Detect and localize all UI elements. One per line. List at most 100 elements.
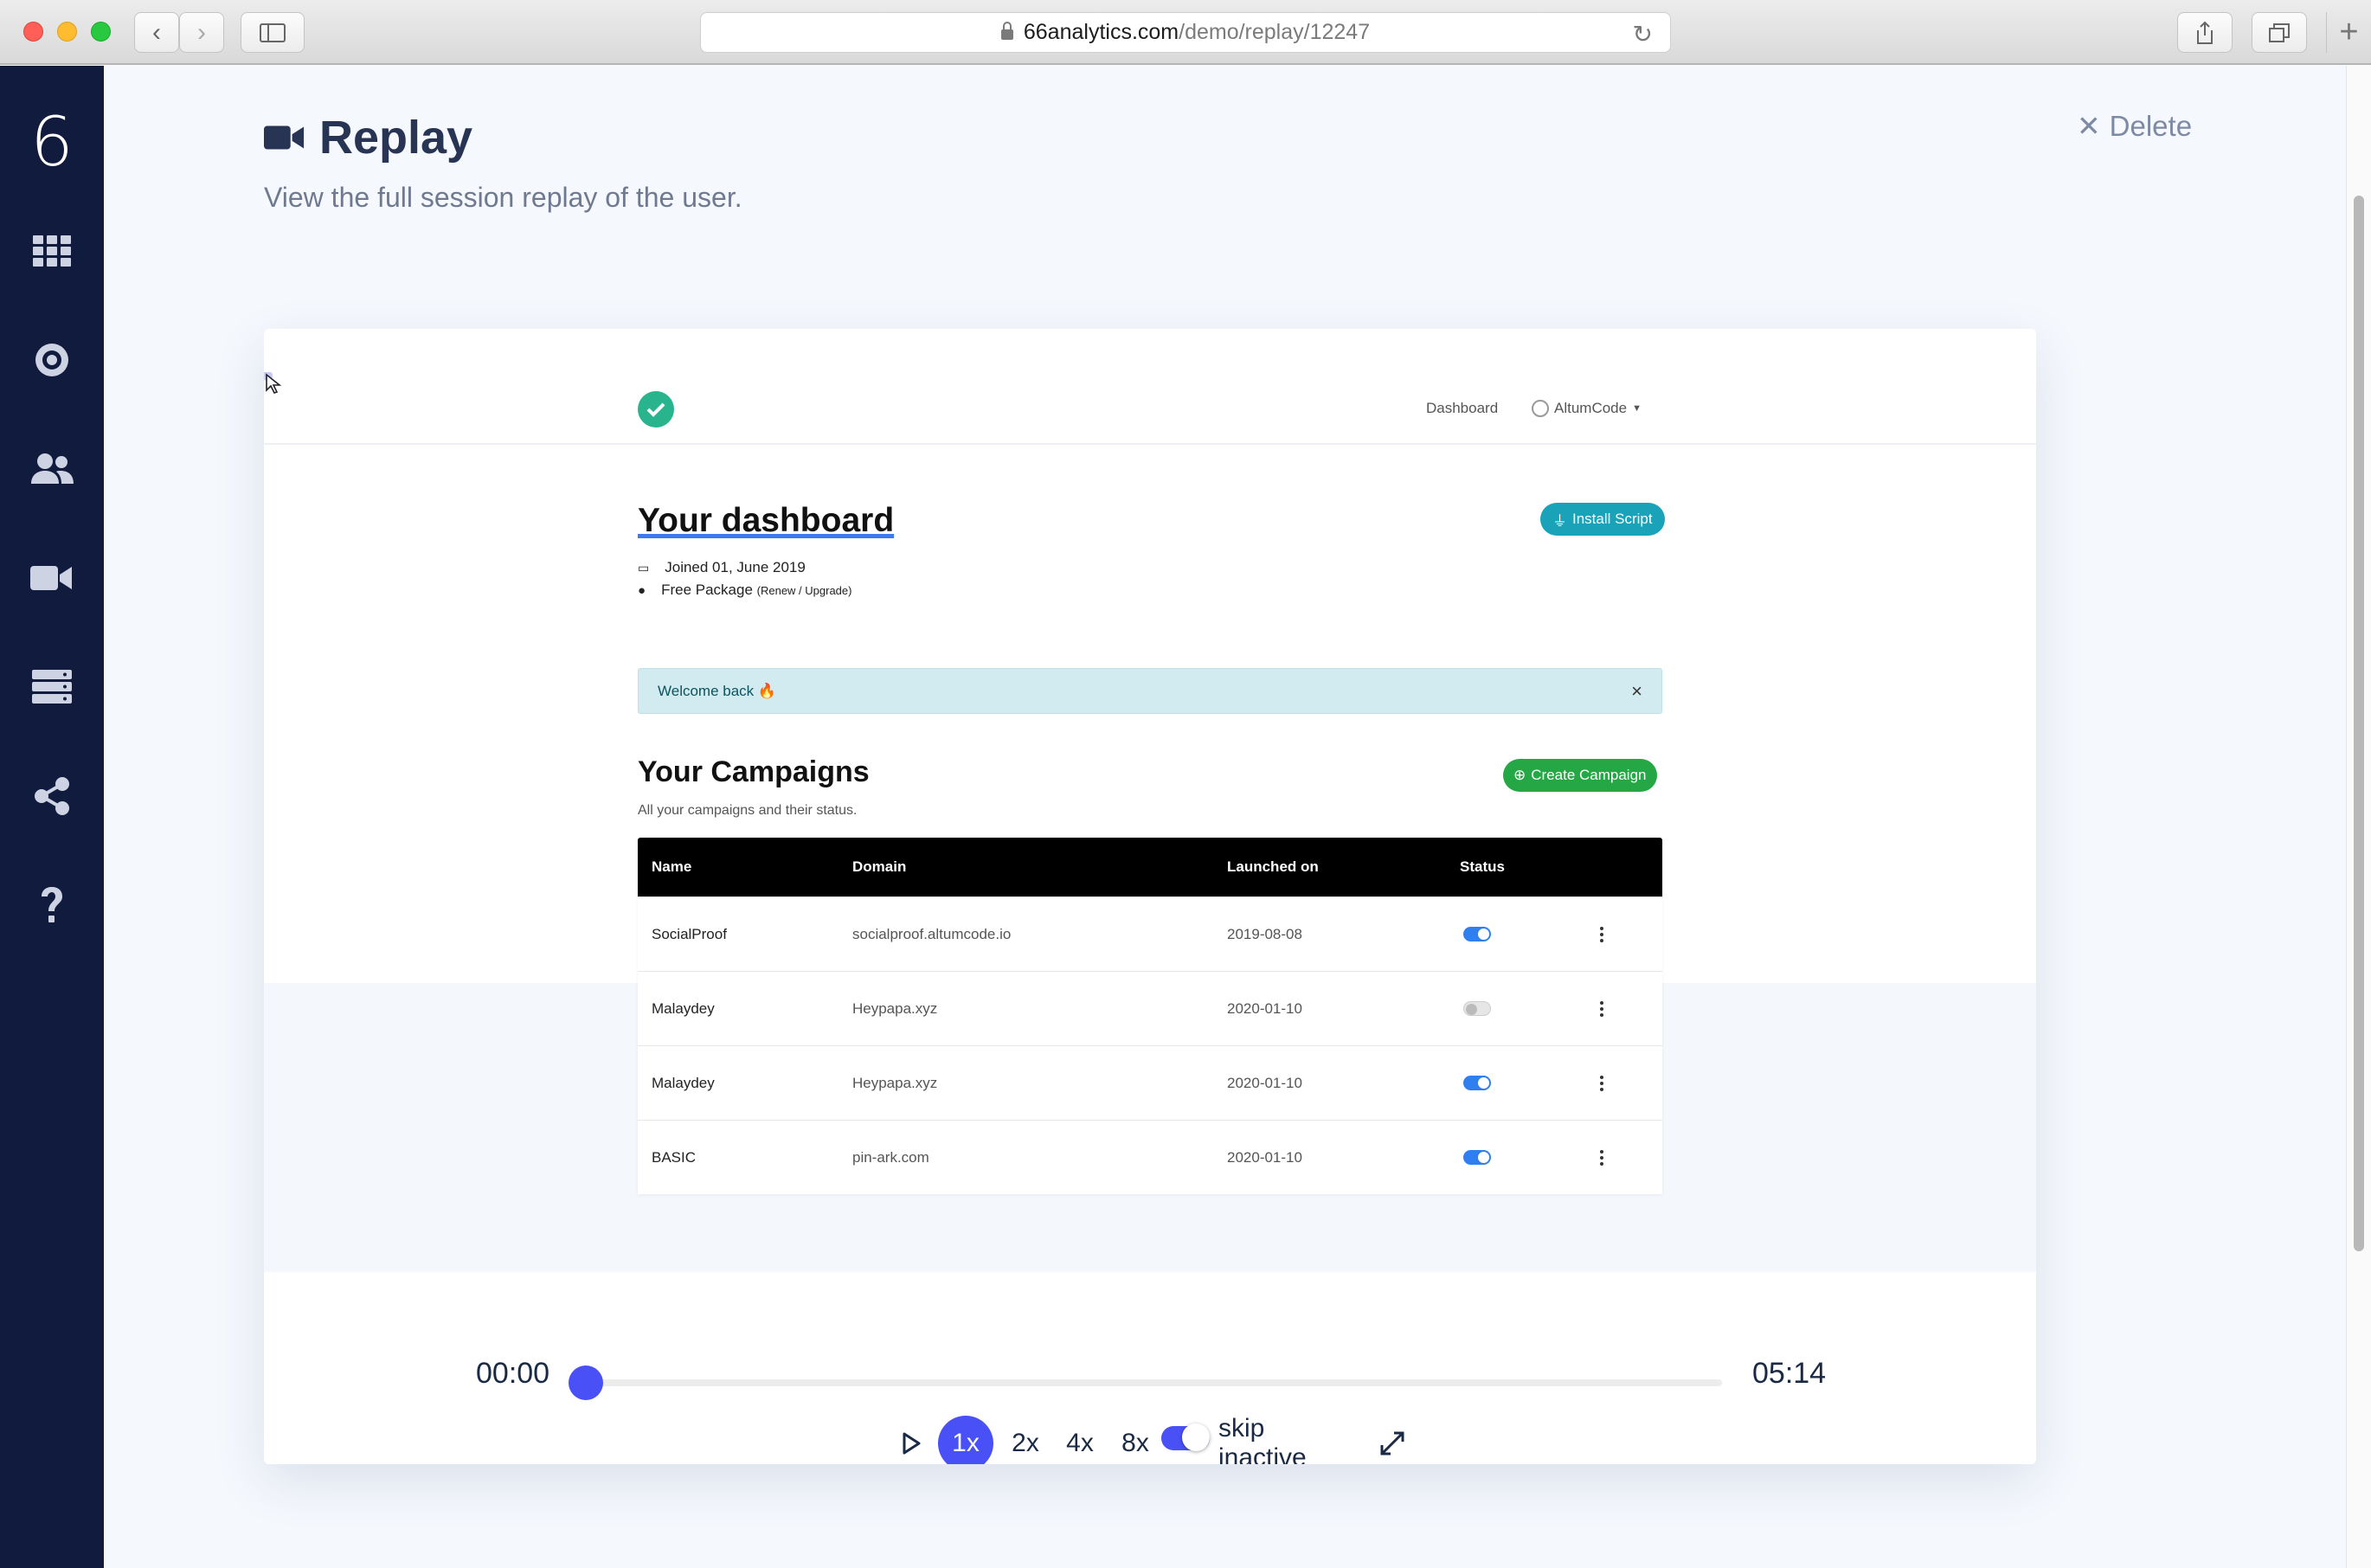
close-icon: ✕ bbox=[2077, 110, 2101, 142]
campaign-domain: pin-ark.com bbox=[852, 1148, 929, 1166]
campaign-status-toggle bbox=[1463, 927, 1491, 941]
timeline-track[interactable] bbox=[582, 1379, 1722, 1386]
more-vertical-icon bbox=[1598, 926, 1605, 942]
play-button[interactable] bbox=[894, 1417, 928, 1464]
lock-icon bbox=[1000, 21, 1013, 40]
table-row: BASIC pin-ark.com 2020-01-10 bbox=[638, 1120, 1662, 1194]
app-logo[interactable]: 6 bbox=[0, 104, 104, 182]
page-title-text: Replay bbox=[319, 112, 473, 164]
url-domain: 66analytics.com bbox=[1023, 20, 1179, 44]
back-button[interactable]: ‹ bbox=[134, 12, 179, 53]
skip-inactive-toggle[interactable] bbox=[1161, 1423, 1210, 1451]
close-window-button[interactable] bbox=[23, 22, 43, 42]
user-icon: ● bbox=[638, 582, 646, 598]
chevron-left-icon: ‹ bbox=[152, 17, 161, 47]
replay-player-controls: 00:00 05:14 1x 2x 4x 8x skip inactive bbox=[264, 1272, 2036, 1464]
page-scrollbar[interactable] bbox=[2346, 66, 2371, 1568]
campaign-status-toggle bbox=[1463, 1076, 1491, 1090]
sidebar-item-dashboard[interactable] bbox=[0, 225, 104, 277]
users-icon bbox=[31, 453, 74, 484]
replay-campaigns-title: Your Campaigns bbox=[638, 755, 870, 788]
sidebar-item-goals[interactable] bbox=[0, 334, 104, 386]
speed-4x-button[interactable]: 4x bbox=[1058, 1417, 1102, 1464]
calendar-icon: ▭ bbox=[638, 560, 650, 575]
more-vertical-icon bbox=[1598, 1000, 1605, 1017]
replay-card: Dashboard AltumCode ▼ Your dashboard ▭ J… bbox=[264, 329, 2036, 1464]
sidebar-item-help[interactable] bbox=[0, 879, 104, 931]
replay-install-label: Install Script bbox=[1572, 511, 1653, 527]
share-button[interactable] bbox=[2177, 12, 2233, 53]
speed-1x-button[interactable]: 1x bbox=[938, 1416, 993, 1464]
forward-button[interactable]: › bbox=[179, 12, 224, 53]
chevron-right-icon: › bbox=[197, 17, 206, 47]
plus-circle-icon: ⊕ bbox=[1513, 767, 1526, 783]
share-icon bbox=[35, 777, 69, 815]
sidebar-item-replays[interactable] bbox=[0, 552, 104, 604]
server-icon bbox=[32, 670, 72, 704]
campaign-status-toggle bbox=[1463, 1001, 1491, 1016]
new-tab-button[interactable]: + bbox=[2326, 12, 2371, 53]
fullscreen-button[interactable] bbox=[1373, 1417, 1411, 1464]
url-path: /demo/replay/12247 bbox=[1179, 20, 1371, 44]
speed-2x-button[interactable]: 2x bbox=[1004, 1417, 1047, 1464]
replay-alert-close-icon: × bbox=[1631, 679, 1642, 702]
replay-package-links: (Renew / Upgrade) bbox=[756, 584, 852, 597]
caret-down-icon: ▼ bbox=[1632, 403, 1642, 414]
replay-welcome-alert: Welcome back 🔥 × bbox=[638, 668, 1662, 714]
delete-label: Delete bbox=[2109, 109, 2193, 142]
table-row: Malaydey Heypapa.xyz 2020-01-10 bbox=[638, 971, 1662, 1045]
campaign-domain: Heypapa.xyz bbox=[852, 1074, 938, 1091]
more-vertical-icon bbox=[1598, 1075, 1605, 1091]
sidebar-icon bbox=[260, 22, 286, 42]
replay-create-campaign-button: ⊕ Create Campaign bbox=[1503, 759, 1657, 792]
col-launched: Launched on bbox=[1227, 858, 1319, 875]
campaign-launched: 2020-01-10 bbox=[1227, 999, 1302, 1017]
campaign-name: SocialProof bbox=[652, 925, 727, 942]
address-bar[interactable]: 66analytics.com/demo/replay/12247 ↻ bbox=[700, 12, 1671, 53]
site-logo-check-icon bbox=[638, 391, 674, 427]
campaign-name: Malaydey bbox=[652, 999, 715, 1017]
replay-joined-date: ▭ Joined 01, June 2019 bbox=[638, 559, 806, 576]
user-avatar-icon bbox=[1532, 400, 1549, 417]
tabs-overview-button[interactable] bbox=[2252, 12, 2307, 53]
timeline-handle[interactable] bbox=[569, 1366, 603, 1400]
video-camera-icon bbox=[30, 566, 72, 590]
more-vertical-icon bbox=[1598, 1149, 1605, 1166]
share-box-icon bbox=[2197, 21, 2213, 44]
replay-viewport[interactable]: Dashboard AltumCode ▼ Your dashboard ▭ J… bbox=[264, 329, 2036, 1272]
reload-icon[interactable]: ↻ bbox=[1633, 20, 1653, 48]
sidebar-item-visitors[interactable] bbox=[0, 443, 104, 495]
page-title: Replay bbox=[264, 107, 472, 168]
table-row: Malaydey Heypapa.xyz 2020-01-10 bbox=[638, 1045, 1662, 1120]
replay-alert-message: Welcome back 🔥 bbox=[658, 682, 777, 699]
tabs-icon bbox=[2269, 22, 2290, 42]
delete-button[interactable]: ✕ Delete bbox=[2077, 109, 2192, 143]
sidebar-item-websites[interactable] bbox=[0, 661, 104, 713]
target-icon bbox=[35, 344, 68, 376]
plus-icon: + bbox=[2339, 14, 2359, 50]
video-camera-icon bbox=[264, 125, 305, 150]
expand-icon bbox=[1380, 1431, 1404, 1456]
replay-joined-text: Joined 01, June 2019 bbox=[665, 559, 806, 575]
minimize-window-button[interactable] bbox=[57, 22, 77, 42]
replay-cursor-icon bbox=[264, 372, 282, 394]
replay-site-navbar: Dashboard AltumCode ▼ bbox=[264, 329, 2036, 443]
campaign-domain: socialproof.altumcode.io bbox=[852, 925, 1012, 942]
zoom-window-button[interactable] bbox=[91, 22, 111, 42]
campaign-domain: Heypapa.xyz bbox=[852, 999, 938, 1017]
replay-package-text: Free Package bbox=[661, 582, 753, 598]
current-time: 00:00 bbox=[476, 1357, 550, 1390]
replay-nav-user-menu: AltumCode ▼ bbox=[1532, 400, 1642, 417]
sidebar-toggle-button[interactable] bbox=[241, 12, 305, 53]
sidebar-item-share[interactable] bbox=[0, 770, 104, 822]
scrollbar-thumb[interactable] bbox=[2354, 196, 2364, 1251]
campaign-name: Malaydey bbox=[652, 1074, 715, 1091]
replay-user-name: AltumCode bbox=[1554, 400, 1628, 416]
campaign-launched: 2020-01-10 bbox=[1227, 1148, 1302, 1166]
play-icon bbox=[903, 1432, 921, 1455]
replay-nav-dashboard-link: Dashboard bbox=[1426, 400, 1499, 416]
col-status: Status bbox=[1460, 858, 1505, 875]
speed-8x-button[interactable]: 8x bbox=[1114, 1417, 1157, 1464]
grid-icon bbox=[33, 235, 71, 267]
page-subtitle: View the full session replay of the user… bbox=[264, 182, 742, 213]
